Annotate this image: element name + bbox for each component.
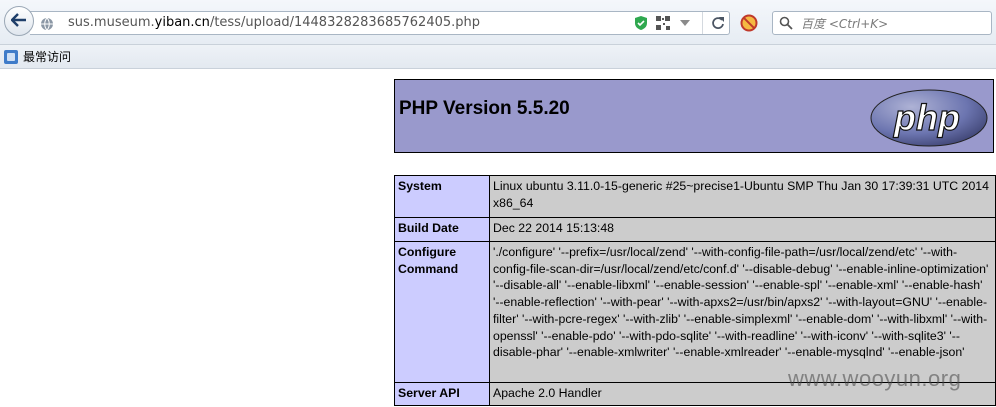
row-key: System	[394, 175, 490, 218]
phpinfo-header: PHP Version 5.5.20 php	[394, 79, 994, 153]
search-bar[interactable]	[772, 11, 992, 35]
qr-code-icon[interactable]	[652, 12, 674, 34]
php-logo-text: php	[893, 97, 960, 138]
back-arrow-icon	[10, 12, 27, 31]
search-input[interactable]	[799, 14, 988, 34]
bookmark-label: 最常访问	[23, 50, 72, 64]
row-key: Build Date	[394, 217, 490, 242]
table-row: Build Date Dec 22 2014 15:13:48	[394, 217, 996, 242]
dropdown-icon[interactable]	[674, 12, 696, 34]
globe-icon[interactable]	[40, 16, 54, 35]
table-row: Configure Command './configure' '--prefi…	[394, 241, 996, 383]
row-key: Configure Command	[394, 241, 490, 383]
page-content: PHP Version 5.5.20 php System Linux ubun…	[0, 69, 996, 407]
row-value: Linux ubuntu 3.11.0-15-generic #25~preci…	[489, 175, 996, 218]
row-value: Dec 22 2014 15:13:48	[489, 217, 996, 242]
bookmarks-bar: 最常访问	[0, 45, 996, 69]
table-row: System Linux ubuntu 3.11.0-15-generic #2…	[394, 175, 996, 218]
row-key: Server API	[394, 382, 490, 406]
browser-toolbar: sus.museum.yiban.cn/tess/upload/14483282…	[0, 0, 996, 45]
bookmark-folder-icon	[4, 49, 18, 64]
bookmark-most-visited[interactable]: 最常访问	[4, 48, 71, 65]
reload-icon[interactable]	[702, 12, 729, 34]
block-icon[interactable]	[740, 14, 758, 36]
back-button[interactable]	[4, 6, 34, 36]
watermark: www.wooyun.org	[788, 366, 962, 391]
page-title: PHP Version 5.5.20	[399, 98, 570, 119]
url-bar[interactable]: sus.museum.yiban.cn/tess/upload/14483282…	[30, 11, 730, 35]
shield-icon[interactable]	[630, 12, 652, 34]
php-logo[interactable]: php	[869, 88, 989, 148]
row-value: './configure' '--prefix=/usr/local/zend'…	[489, 241, 996, 383]
url-text[interactable]: sus.museum.yiban.cn/tess/upload/14483282…	[68, 15, 480, 30]
search-icon[interactable]	[779, 15, 793, 34]
